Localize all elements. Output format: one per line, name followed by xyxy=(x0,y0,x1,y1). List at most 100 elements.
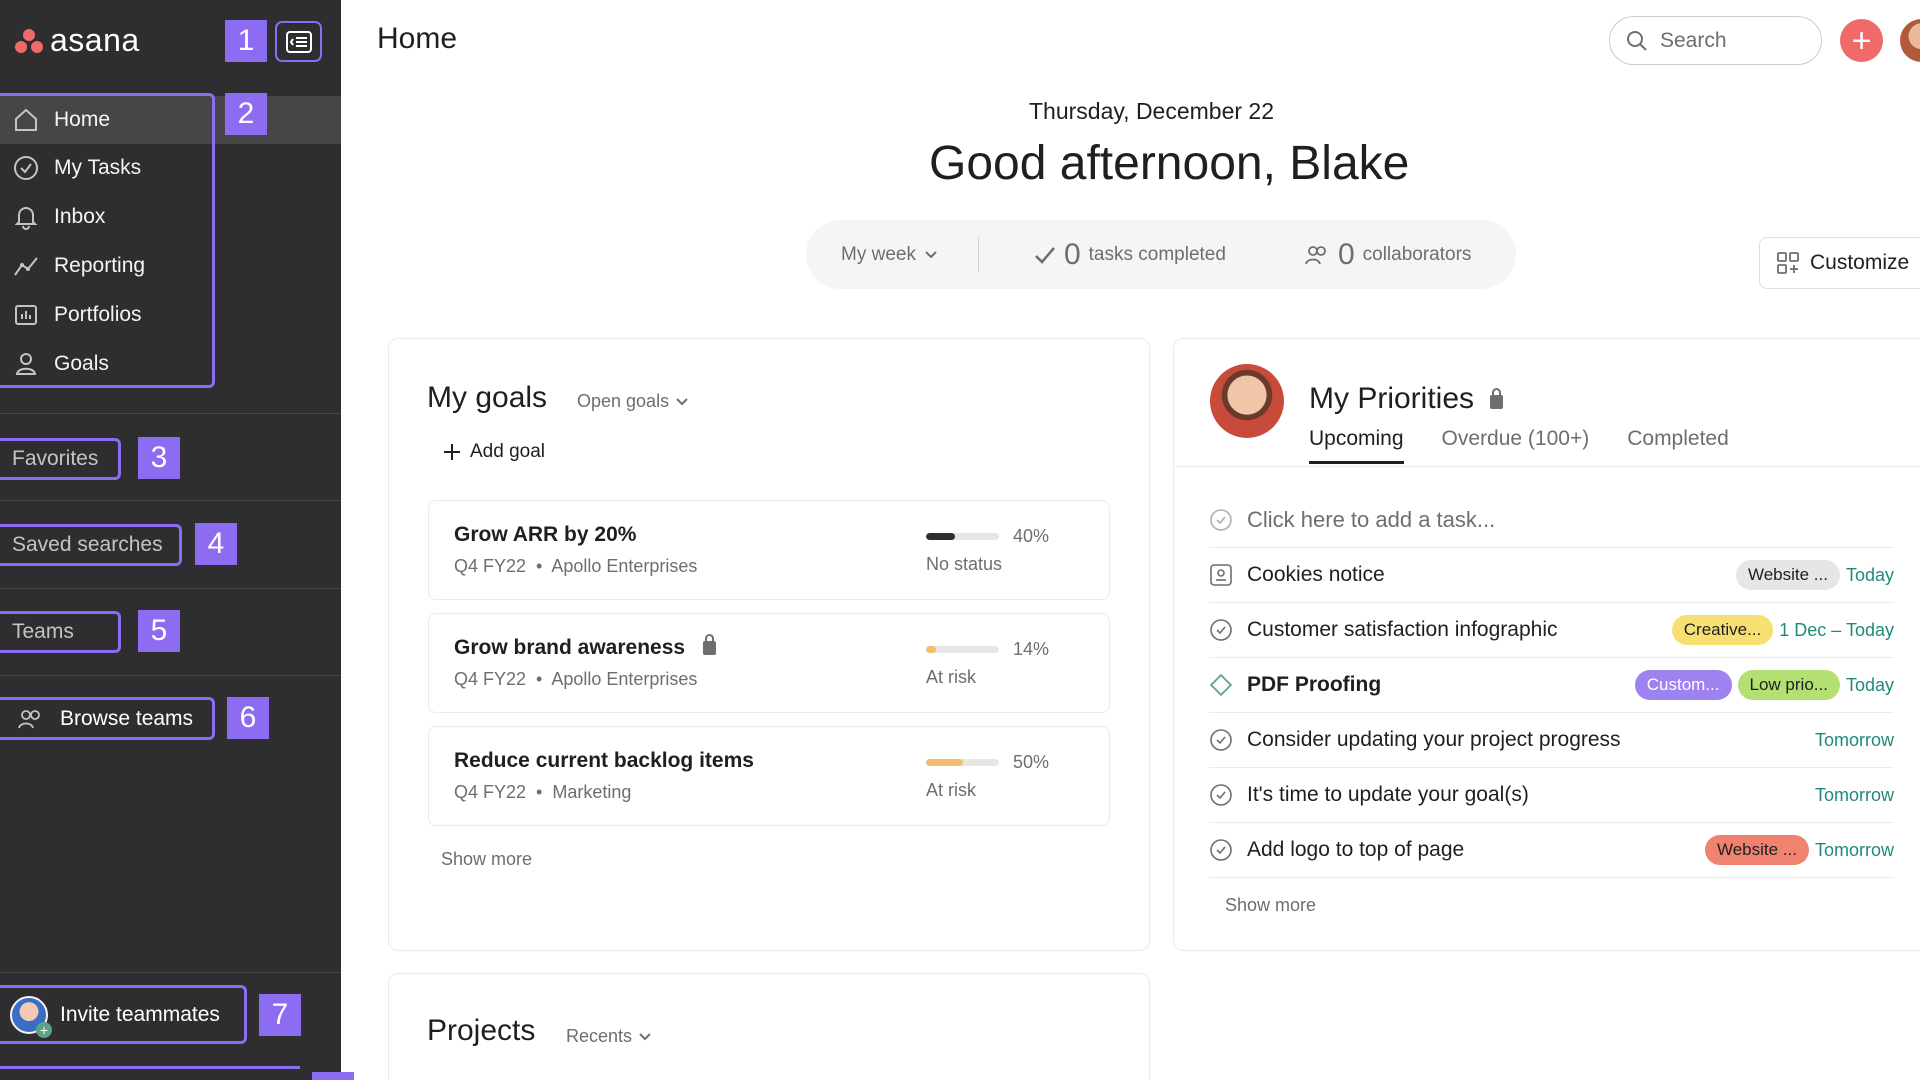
chevron-down-icon xyxy=(639,1032,651,1040)
asana-logo[interactable]: asana xyxy=(14,22,140,59)
goal-progress-fill xyxy=(926,646,937,653)
collaborators-stat: 0 collaborators xyxy=(1304,238,1471,272)
projects-title: Projects xyxy=(427,1014,536,1047)
page-title: Home xyxy=(377,22,458,55)
priorities-show-more-link[interactable]: Show more xyxy=(1225,895,1316,916)
sidebar-divider xyxy=(0,413,341,414)
invite-avatar-icon xyxy=(10,995,52,1038)
lock-icon xyxy=(1490,388,1504,409)
add-goal-button[interactable]: Add goal xyxy=(442,441,545,463)
sidebar-item-label: Home xyxy=(54,108,111,131)
widgets-icon xyxy=(1777,252,1799,274)
sidebar-item-label: Portfolios xyxy=(54,303,142,326)
project-tag[interactable]: Creative... xyxy=(1671,615,1774,645)
sidebar-item-reporting[interactable]: Reporting xyxy=(12,242,145,290)
goal-item[interactable]: Grow brand awareness Q4 FY22 • Apollo En… xyxy=(428,613,1110,713)
greeting: Good afternoon, Blake xyxy=(929,137,1410,190)
sidebar: asana 1 2 Home My Tasks Inbox Reporting … xyxy=(0,0,354,1080)
user-avatar[interactable] xyxy=(1900,19,1920,62)
goal-name: Grow brand awareness xyxy=(454,636,686,659)
sidebar-item-inbox[interactable]: Inbox xyxy=(12,193,105,241)
project-tag[interactable]: Website ... xyxy=(1735,560,1840,590)
sidebar-item-my-tasks[interactable]: My Tasks xyxy=(12,144,141,192)
milestone-icon[interactable] xyxy=(1209,673,1233,697)
goal-owner: Apollo Enterprises xyxy=(551,556,698,576)
project-tag[interactable]: Low prio... xyxy=(1737,670,1840,700)
goal-status: No status xyxy=(926,554,1003,574)
goal-name: Grow ARR by 20% xyxy=(454,523,637,546)
due-date: Tomorrow xyxy=(1814,729,1894,750)
sidebar-item-label: Inbox xyxy=(54,205,106,228)
tab-overdue[interactable]: Overdue (100+) xyxy=(1442,427,1590,464)
period-dropdown[interactable]: My week xyxy=(841,244,938,266)
browse-teams-button[interactable]: Browse teams xyxy=(0,697,215,740)
due-date: Today xyxy=(1845,674,1894,695)
favorites-label: Favorites xyxy=(12,447,99,470)
check-circle-icon[interactable] xyxy=(1209,728,1233,752)
asana-logo-icon xyxy=(14,28,44,54)
task-row[interactable]: Consider updating your project progress T… xyxy=(1209,713,1894,768)
sidebar-item-portfolios[interactable]: Portfolios xyxy=(12,291,142,339)
projects-filter-label: Recents xyxy=(566,1026,633,1046)
annotation-badge-5: 5 xyxy=(138,610,180,652)
tabs-divider xyxy=(1173,466,1920,467)
due-date: 1 Dec – Today xyxy=(1779,619,1894,640)
projects-filter-dropdown[interactable]: Recents xyxy=(566,1026,652,1047)
annotation-badge-3: 3 xyxy=(138,437,180,479)
goal-status: At risk xyxy=(926,667,977,687)
customize-label: Customize xyxy=(1810,251,1910,274)
check-circle-icon xyxy=(14,156,38,180)
goal-percent: 40% xyxy=(1013,526,1050,546)
due-date: Today xyxy=(1845,564,1894,585)
task-row[interactable]: Add logo to top of page Website ... Tomorr… xyxy=(1209,823,1894,878)
goal-owner: Apollo Enterprises xyxy=(551,669,698,689)
add-task-row[interactable]: Click here to add a task... xyxy=(1209,493,1894,548)
sidebar-bottom-item[interactable] xyxy=(0,1066,300,1080)
sidebar-saved-searches[interactable]: Saved searches xyxy=(0,524,182,566)
task-name: Consider updating your project progress xyxy=(1247,728,1621,751)
approval-icon[interactable] xyxy=(1209,563,1233,587)
check-circle-icon[interactable] xyxy=(1209,618,1233,642)
goal-name: Reduce current backlog items xyxy=(454,749,754,772)
project-tag[interactable]: Custom... xyxy=(1634,670,1732,700)
tab-completed[interactable]: Completed xyxy=(1627,427,1729,464)
sidebar-item-goals[interactable]: Goals xyxy=(12,340,109,388)
task-row[interactable]: PDF Proofing Custom... Low prio... Today xyxy=(1209,658,1894,713)
add-task-placeholder: Click here to add a task... xyxy=(1247,507,1496,532)
search-icon xyxy=(1627,30,1647,51)
sidebar-divider xyxy=(0,972,341,973)
goals-filter-dropdown[interactable]: Open goals xyxy=(577,391,689,412)
check-circle-icon[interactable] xyxy=(1209,838,1233,862)
tab-upcoming[interactable]: Upcoming xyxy=(1309,427,1404,464)
my-priorities-title: My Priorities xyxy=(1309,382,1475,415)
goal-progress-fill xyxy=(926,533,956,540)
task-row[interactable]: Cookies notice Website ... Today xyxy=(1209,548,1894,603)
logo-text: asana xyxy=(50,22,140,58)
sidebar-item-label: My Tasks xyxy=(54,156,142,179)
task-name: Cookies notice xyxy=(1247,563,1385,586)
sidebar-toggle-button[interactable] xyxy=(275,21,322,62)
my-goals-title: My goals xyxy=(427,381,548,414)
customize-button[interactable]: Customize xyxy=(1759,237,1920,289)
sidebar-item-label: Reporting xyxy=(54,254,146,277)
goal-progress-fill xyxy=(926,759,963,766)
goal-item[interactable]: Grow ARR by 20% Q4 FY22 • Apollo Enterpr… xyxy=(428,500,1110,600)
task-row[interactable]: Customer satisfaction infographic Creativ… xyxy=(1209,603,1894,658)
quick-add-button[interactable]: + xyxy=(1840,19,1883,62)
goal-progress-bar xyxy=(926,759,999,766)
search-input[interactable]: Search xyxy=(1609,16,1822,65)
chart-line-icon xyxy=(14,257,38,276)
sidebar-teams[interactable]: Teams xyxy=(0,611,121,653)
project-tag[interactable]: Website ... xyxy=(1704,835,1809,865)
person-icon xyxy=(15,353,37,375)
goals-show-more-link[interactable]: Show more xyxy=(441,849,532,870)
task-row[interactable]: It's time to update your goal(s) Tomorrow xyxy=(1209,768,1894,823)
sidebar-item-home[interactable]: Home xyxy=(12,96,110,144)
goal-item[interactable]: Reduce current backlog items Q4 FY22 • M… xyxy=(428,726,1110,826)
sidebar-favorites[interactable]: Favorites xyxy=(0,438,121,480)
goal-meta: Q4 FY22 • Apollo Enterprises xyxy=(454,556,698,576)
invite-teammates-button[interactable]: Invite teammates xyxy=(0,985,247,1044)
check-circle-icon[interactable] xyxy=(1209,783,1233,807)
period-label: My week xyxy=(841,243,916,265)
menu-icon xyxy=(285,30,312,53)
